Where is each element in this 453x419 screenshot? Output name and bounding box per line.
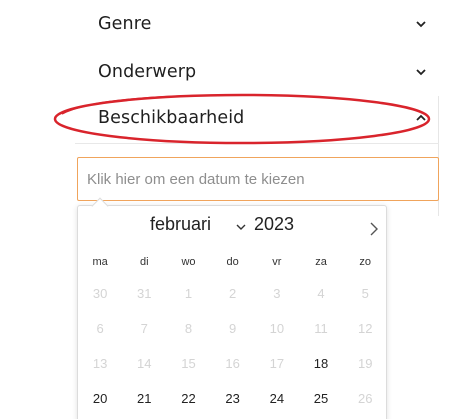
panel-divider xyxy=(75,143,439,144)
filter-beschikbaarheid-label: Beschikbaarheid xyxy=(98,108,245,128)
calendar-day-disabled: 8 xyxy=(184,321,193,336)
weekday-label: vr xyxy=(272,256,282,268)
weekday-label: ma xyxy=(92,256,108,268)
calendar-day-disabled: 17 xyxy=(269,356,285,371)
calendar-week-row: 30 31 1 2 3 4 5 xyxy=(78,276,388,311)
weekday-label: zo xyxy=(359,256,372,268)
calendar-day[interactable]: 18 xyxy=(299,356,343,371)
calendar-week-row: 20 21 22 23 24 25 26 xyxy=(78,381,388,416)
calendar-day-disabled: 14 xyxy=(137,356,152,371)
calendar-day-disabled: 4 xyxy=(317,286,325,301)
calendar-day-disabled: 26 xyxy=(357,391,373,406)
weekday-label: wo xyxy=(181,256,196,268)
calendar-day-disabled: 1 xyxy=(184,286,193,301)
calendar-day-disabled: 16 xyxy=(225,356,240,371)
chevron-up-icon xyxy=(414,111,428,125)
calendar-day-disabled: 15 xyxy=(181,356,196,371)
chevron-right-icon[interactable] xyxy=(368,221,380,237)
calendar-day-disabled: 31 xyxy=(137,286,152,301)
calendar-day-disabled: 10 xyxy=(269,321,285,336)
calendar-header: februari 2023 xyxy=(78,212,388,240)
calendar-week-row: 6 7 8 9 10 11 12 xyxy=(78,311,388,346)
chevron-down-icon xyxy=(414,17,428,31)
date-input[interactable] xyxy=(77,157,439,201)
filter-genre-label: Genre xyxy=(98,14,152,34)
calendar-month-select[interactable]: februari xyxy=(150,214,211,235)
calendar-year[interactable]: 2023 xyxy=(254,214,294,235)
weekday-label: do xyxy=(226,256,239,268)
calendar-day[interactable]: 22 xyxy=(166,391,210,406)
weekday-label: di xyxy=(140,256,149,268)
calendar-day[interactable]: 24 xyxy=(255,391,299,406)
filter-onderwerp-toggle[interactable]: Onderwerp xyxy=(98,62,428,82)
calendar-weeks: 30 31 1 2 3 4 5 6 7 8 9 10 11 12 13 14 15 16 17 18 19 20 21 22 2… xyxy=(78,276,388,416)
calendar-day-disabled: 9 xyxy=(229,321,237,336)
chevron-down-icon xyxy=(414,65,428,79)
calendar-day-disabled: 12 xyxy=(357,321,373,336)
filter-onderwerp-label: Onderwerp xyxy=(98,62,197,82)
calendar-day-disabled: 30 xyxy=(92,286,108,301)
chevron-down-icon[interactable] xyxy=(235,220,247,232)
calendar-day-disabled: 2 xyxy=(229,286,237,301)
weekday-label: za xyxy=(315,256,327,268)
calendar-day-disabled: 7 xyxy=(140,321,148,336)
calendar-grid: ma di wo do vr za zo 30 31 1 2 3 4 5 6 7 8 9 10 11 12 13 14 15… xyxy=(78,248,388,416)
calendar-day-disabled: 5 xyxy=(361,286,369,301)
calendar-week-row: 13 14 15 16 17 18 19 xyxy=(78,346,388,381)
calendar-day[interactable]: 21 xyxy=(122,391,166,406)
calendar-day-disabled: 3 xyxy=(273,286,281,301)
calendar-day-disabled: 13 xyxy=(92,356,108,371)
calendar-day[interactable]: 20 xyxy=(78,391,122,406)
calendar-day[interactable]: 25 xyxy=(299,391,343,406)
calendar-day-disabled: 19 xyxy=(357,356,373,371)
date-picker-calendar: februari 2023 ma di wo do vr za zo 30 31 1 2 3 4 5 6 7… xyxy=(77,197,388,419)
filter-beschikbaarheid-toggle[interactable]: Beschikbaarheid xyxy=(98,108,428,128)
calendar-day-disabled: 6 xyxy=(96,321,104,336)
calendar-day[interactable]: 23 xyxy=(211,391,255,406)
filter-genre-toggle[interactable]: Genre xyxy=(98,14,428,34)
weekday-header-row: ma di wo do vr za zo xyxy=(78,248,388,276)
calendar-day-disabled: 11 xyxy=(314,321,328,336)
